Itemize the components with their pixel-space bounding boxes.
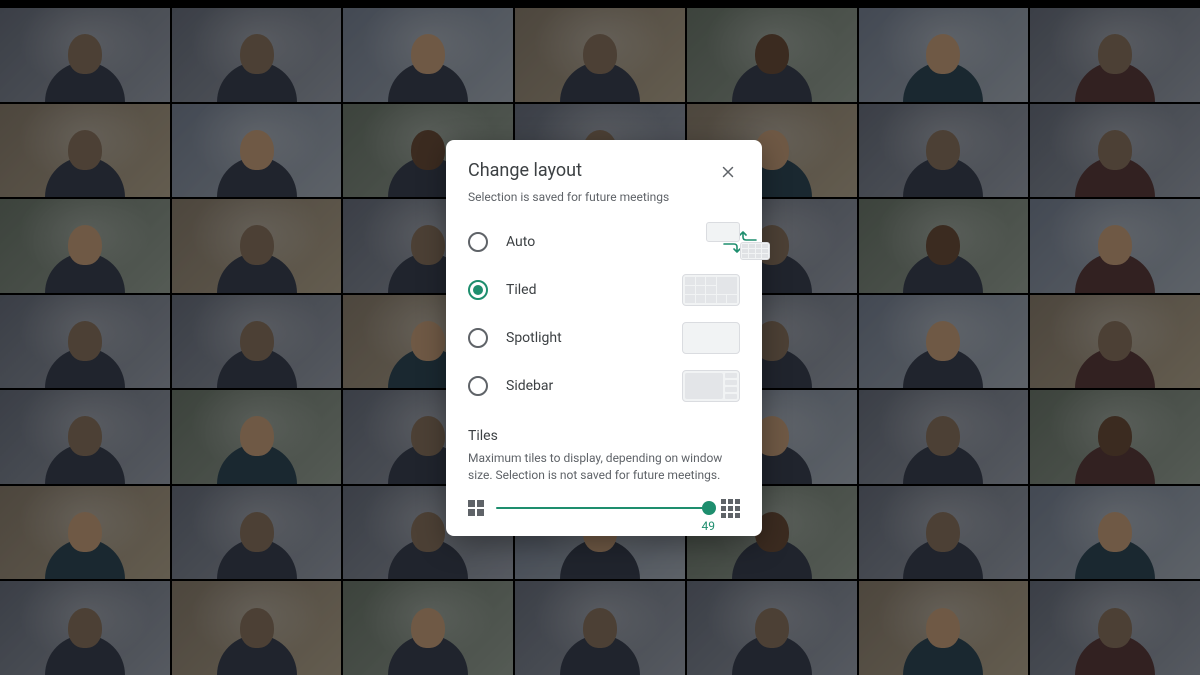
participant-tile (1030, 199, 1200, 293)
option-label: Spotlight (506, 330, 682, 346)
participant-tile (0, 486, 170, 580)
participant-tile (172, 486, 342, 580)
participant-tile (172, 581, 342, 675)
close-icon (719, 163, 737, 181)
radio-icon (468, 328, 488, 348)
participant-tile (859, 486, 1029, 580)
change-layout-dialog: Change layout Selection is saved for fut… (446, 140, 762, 536)
layout-thumbnail-spotlight (682, 322, 740, 354)
participant-tile (0, 581, 170, 675)
close-button[interactable] (716, 160, 740, 184)
dialog-subtitle: Selection is saved for future meetings (468, 190, 740, 204)
slider-value: 49 (702, 519, 716, 533)
participant-tile (1030, 295, 1200, 389)
layout-option-sidebar[interactable]: Sidebar (468, 362, 740, 410)
participant-tile (343, 8, 513, 102)
fewer-tiles-icon (468, 500, 484, 516)
participant-tile (1030, 8, 1200, 102)
layout-option-tiled[interactable]: Tiled (468, 266, 740, 314)
more-tiles-icon (721, 499, 740, 518)
participant-tile (1030, 486, 1200, 580)
participant-tile (859, 8, 1029, 102)
participant-tile (0, 8, 170, 102)
participant-tile (343, 581, 513, 675)
participant-tile (1030, 104, 1200, 198)
participant-tile (859, 295, 1029, 389)
tiles-section-description: Maximum tiles to display, depending on w… (468, 450, 740, 485)
participant-tile (1030, 390, 1200, 484)
layout-option-auto[interactable]: Auto (468, 218, 740, 266)
layout-thumbnail-sidebar (682, 370, 740, 402)
participant-tile (172, 295, 342, 389)
tiles-section-heading: Tiles (468, 428, 740, 444)
participant-tile (172, 8, 342, 102)
participant-tile (0, 104, 170, 198)
participant-tile (859, 390, 1029, 484)
participant-tile (0, 390, 170, 484)
option-label: Auto (506, 234, 740, 250)
participant-tile (687, 581, 857, 675)
participant-tile (859, 199, 1029, 293)
participant-tile (515, 581, 685, 675)
option-label: Sidebar (506, 378, 682, 394)
radio-icon (468, 376, 488, 396)
layout-options: Auto Tiled Spotlight (468, 218, 740, 410)
participant-tile (859, 581, 1029, 675)
layout-thumbnail-tiled (682, 274, 740, 306)
participant-tile (172, 199, 342, 293)
participant-tile (515, 8, 685, 102)
option-label: Tiled (506, 282, 682, 298)
radio-icon (468, 232, 488, 252)
participant-tile (172, 104, 342, 198)
participant-tile (172, 390, 342, 484)
participant-tile (687, 8, 857, 102)
participant-tile (0, 199, 170, 293)
participant-tile (1030, 581, 1200, 675)
participant-tile (0, 295, 170, 389)
radio-icon (468, 280, 488, 300)
slider-thumb[interactable] (702, 501, 716, 515)
dialog-title: Change layout (468, 160, 582, 181)
tiles-slider[interactable]: 49 (496, 507, 709, 509)
layout-option-spotlight[interactable]: Spotlight (468, 314, 740, 362)
participant-tile (859, 104, 1029, 198)
